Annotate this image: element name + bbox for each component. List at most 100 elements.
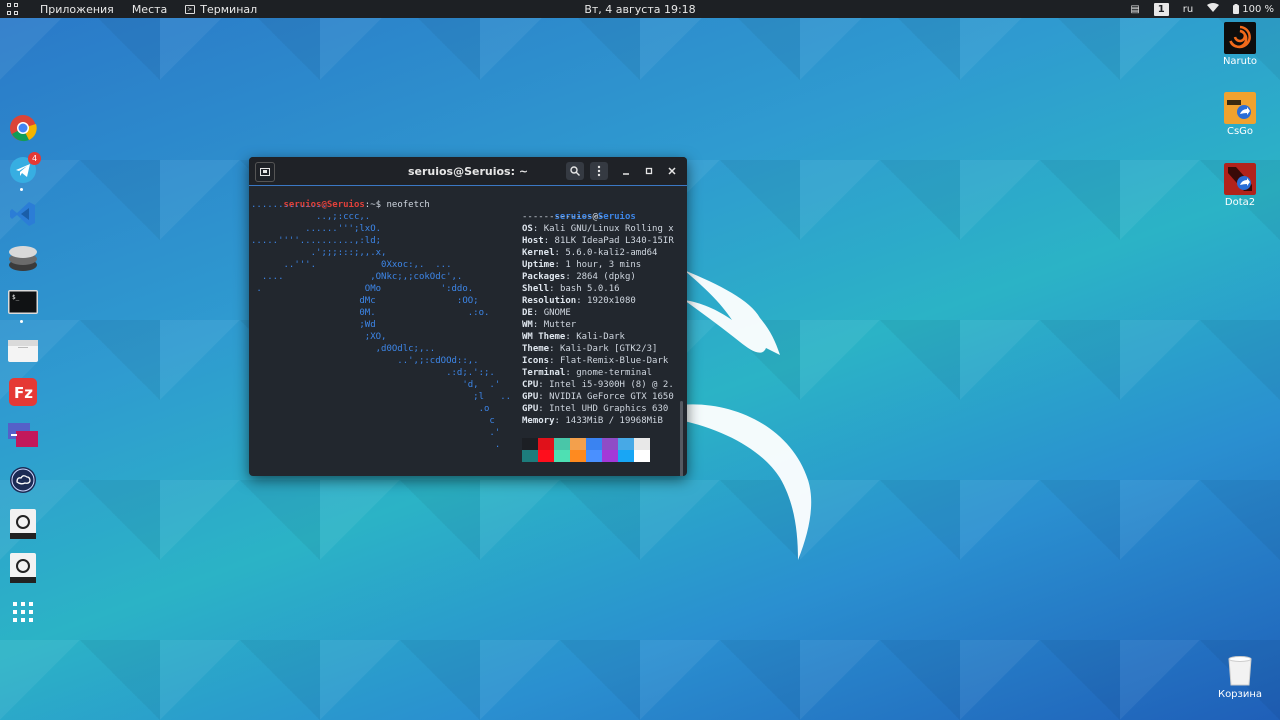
terminal-icon: $_ xyxy=(8,290,38,314)
terminal-titlebar[interactable]: seruios@Seruios: ~ xyxy=(249,157,687,186)
info-key: GPU xyxy=(522,392,539,402)
dock-telegram[interactable]: 4 xyxy=(7,152,41,186)
info-row: OS: Kali GNU/Linux Rolling x xyxy=(522,223,674,235)
dock-vscode[interactable] xyxy=(7,198,39,230)
desktop-icon-label: CsGo xyxy=(1226,126,1254,137)
info-key: Memory xyxy=(522,416,555,426)
info-key: WM Theme xyxy=(522,332,566,342)
circle-app-icon xyxy=(10,509,36,539)
menu-button[interactable] xyxy=(590,162,608,180)
dock-chrome[interactable] xyxy=(7,112,39,144)
info-colon: : xyxy=(565,332,577,342)
info-key: Theme xyxy=(522,344,550,354)
applications-menu[interactable]: Приложения xyxy=(31,0,123,18)
desktop-icon-dota2[interactable]: Dota2 xyxy=(1210,163,1270,208)
prompt-path: :~$ xyxy=(364,200,387,210)
palette-swatch xyxy=(570,450,586,462)
ascii-line: ;XO, xyxy=(251,332,387,342)
terminal-app-menu[interactable]: > Терминал xyxy=(176,0,266,18)
ascii-line: .... ,ONkc;,;cokOdc',. xyxy=(251,272,463,282)
terminal-window[interactable]: seruios@Seruios: ~ seruios@Seruios:~$ ne… xyxy=(249,157,687,476)
dota2-shortcut-icon xyxy=(1224,163,1256,195)
activities-grid-icon[interactable] xyxy=(7,3,19,15)
maximize-button[interactable] xyxy=(640,162,658,180)
running-indicator xyxy=(20,188,23,191)
info-row: Terminal: gnome-terminal xyxy=(522,367,652,379)
info-colon: : xyxy=(543,236,555,246)
info-value: Mutter xyxy=(543,320,577,330)
info-value: 1920x1080 xyxy=(587,296,636,306)
desktop-icon-label: Dota2 xyxy=(1224,197,1256,208)
info-colon: : xyxy=(565,272,577,282)
terminal-scrollbar[interactable] xyxy=(680,401,683,476)
info-value: Intel UHD Graphics 630 xyxy=(549,404,669,414)
places-menu[interactable]: Места xyxy=(123,0,176,18)
desktop-icon-csgo[interactable]: CsGo xyxy=(1210,92,1270,137)
kali-dragon-logo xyxy=(680,270,812,560)
circle-app-icon xyxy=(10,553,36,583)
disks-icon xyxy=(9,246,37,271)
dock-app-circle-2[interactable] xyxy=(7,552,39,584)
wifi-icon[interactable] xyxy=(1207,2,1220,16)
info-value: Flat-Remix-Blue-Dark xyxy=(559,356,669,366)
date-time-clock[interactable]: Вт, 4 августа 19:18 xyxy=(584,3,695,16)
ascii-line: . xyxy=(251,440,501,450)
workspace-indicator[interactable]: 1 xyxy=(1153,2,1169,16)
naruto-icon xyxy=(1224,22,1256,54)
info-value: gnome-terminal xyxy=(576,368,653,378)
info-row: Kernel: 5.6.0-kali2-amd64 xyxy=(522,247,657,259)
dock-disks[interactable] xyxy=(7,242,39,274)
battery-status[interactable]: 100 % xyxy=(1233,4,1274,15)
dock-terminal[interactable]: $_ xyxy=(7,286,39,318)
ascii-line: ;l .. xyxy=(251,392,512,402)
info-key: Uptime xyxy=(522,260,555,270)
palette-swatch xyxy=(554,450,570,462)
ascii-line: .' xyxy=(251,428,501,438)
info-row: WM: Mutter xyxy=(522,319,576,331)
palette-swatch xyxy=(586,438,602,450)
info-separator: --------------- xyxy=(522,212,604,222)
info-row: Host: 81LK IdeaPad L340-15IR xyxy=(522,235,674,247)
info-host: Seruios xyxy=(597,212,636,222)
info-key: Shell xyxy=(522,284,550,294)
trash-icon xyxy=(1228,656,1252,686)
dock-app-circle-1[interactable] xyxy=(7,508,39,540)
info-colon: : xyxy=(549,284,560,294)
palette-swatch xyxy=(634,450,650,462)
svg-text:$_: $_ xyxy=(12,294,20,301)
close-button[interactable] xyxy=(663,162,681,180)
minimize-button[interactable] xyxy=(617,162,635,180)
info-row: Icons: Flat-Remix-Blue-Dark xyxy=(522,355,668,367)
dock-filezilla[interactable]: Fz xyxy=(7,376,39,408)
keyboard-layout[interactable]: ru xyxy=(1183,4,1193,15)
desktop-icon-trash[interactable]: Корзина xyxy=(1210,655,1270,700)
info-colon: : xyxy=(554,416,566,426)
show-applications-button[interactable] xyxy=(7,596,39,628)
info-colon: : xyxy=(565,368,577,378)
info-key: GPU xyxy=(522,404,539,414)
info-colon: : xyxy=(538,380,550,390)
info-key: Packages xyxy=(522,272,566,282)
info-value: Kali-Dark xyxy=(576,332,625,342)
svg-text:Fz: Fz xyxy=(14,384,33,402)
info-value: Kali-Dark [GTK2/3] xyxy=(559,344,658,354)
info-key: Resolution xyxy=(522,296,577,306)
palette-swatch xyxy=(602,438,618,450)
dock-multi-window-app[interactable] xyxy=(7,420,39,452)
dock-files[interactable] xyxy=(7,334,39,366)
search-button[interactable] xyxy=(566,162,584,180)
desktop-icon-naruto[interactable]: Naruto xyxy=(1210,22,1270,67)
info-colon: : xyxy=(549,356,560,366)
command-text: neofetch xyxy=(386,200,430,210)
close-icon xyxy=(668,167,676,175)
info-row: CPU: Intel i5-9300H (8) @ 2. xyxy=(522,379,674,391)
video-camera-icon[interactable]: ▤ xyxy=(1130,4,1139,15)
maximize-icon xyxy=(645,167,653,175)
dock-cloud-app[interactable] xyxy=(7,464,39,496)
palette-swatch xyxy=(634,438,650,450)
kebab-menu-icon xyxy=(597,165,601,177)
desktop-icon-label: Naruto xyxy=(1222,56,1258,67)
info-value: Intel i5-9300H (8) @ 2. xyxy=(549,380,674,390)
info-row: Resolution: 1920x1080 xyxy=(522,295,636,307)
ascii-line: .............. xyxy=(251,200,327,210)
